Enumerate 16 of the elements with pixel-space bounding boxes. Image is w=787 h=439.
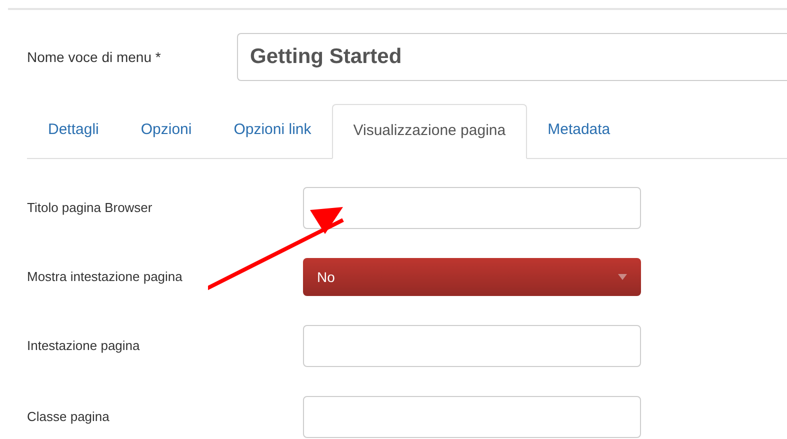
input-field[interactable]	[303, 187, 641, 229]
tab[interactable]: Metadata	[526, 103, 632, 158]
caret-icon	[618, 274, 627, 280]
tab[interactable]: Opzioni link	[212, 103, 332, 158]
tab[interactable]: Dettagli	[27, 103, 120, 158]
menu-name-field[interactable]: Getting Started	[237, 33, 787, 81]
field-label: Classe pagina	[27, 408, 110, 426]
field-label: Intestazione pagina	[27, 337, 141, 356]
field-label: Mostra intestazione pagina	[27, 268, 184, 286]
field-label: Nome voce di menu *	[27, 48, 162, 66]
tab[interactable]: Opzioni	[120, 103, 213, 158]
input-field[interactable]	[303, 325, 641, 367]
tab[interactable]: Visualizzazione pagina	[332, 104, 527, 159]
field-label: Titolo pagina Browser	[27, 199, 154, 218]
input-field[interactable]	[303, 396, 641, 438]
select-field[interactable]: No	[303, 258, 641, 296]
